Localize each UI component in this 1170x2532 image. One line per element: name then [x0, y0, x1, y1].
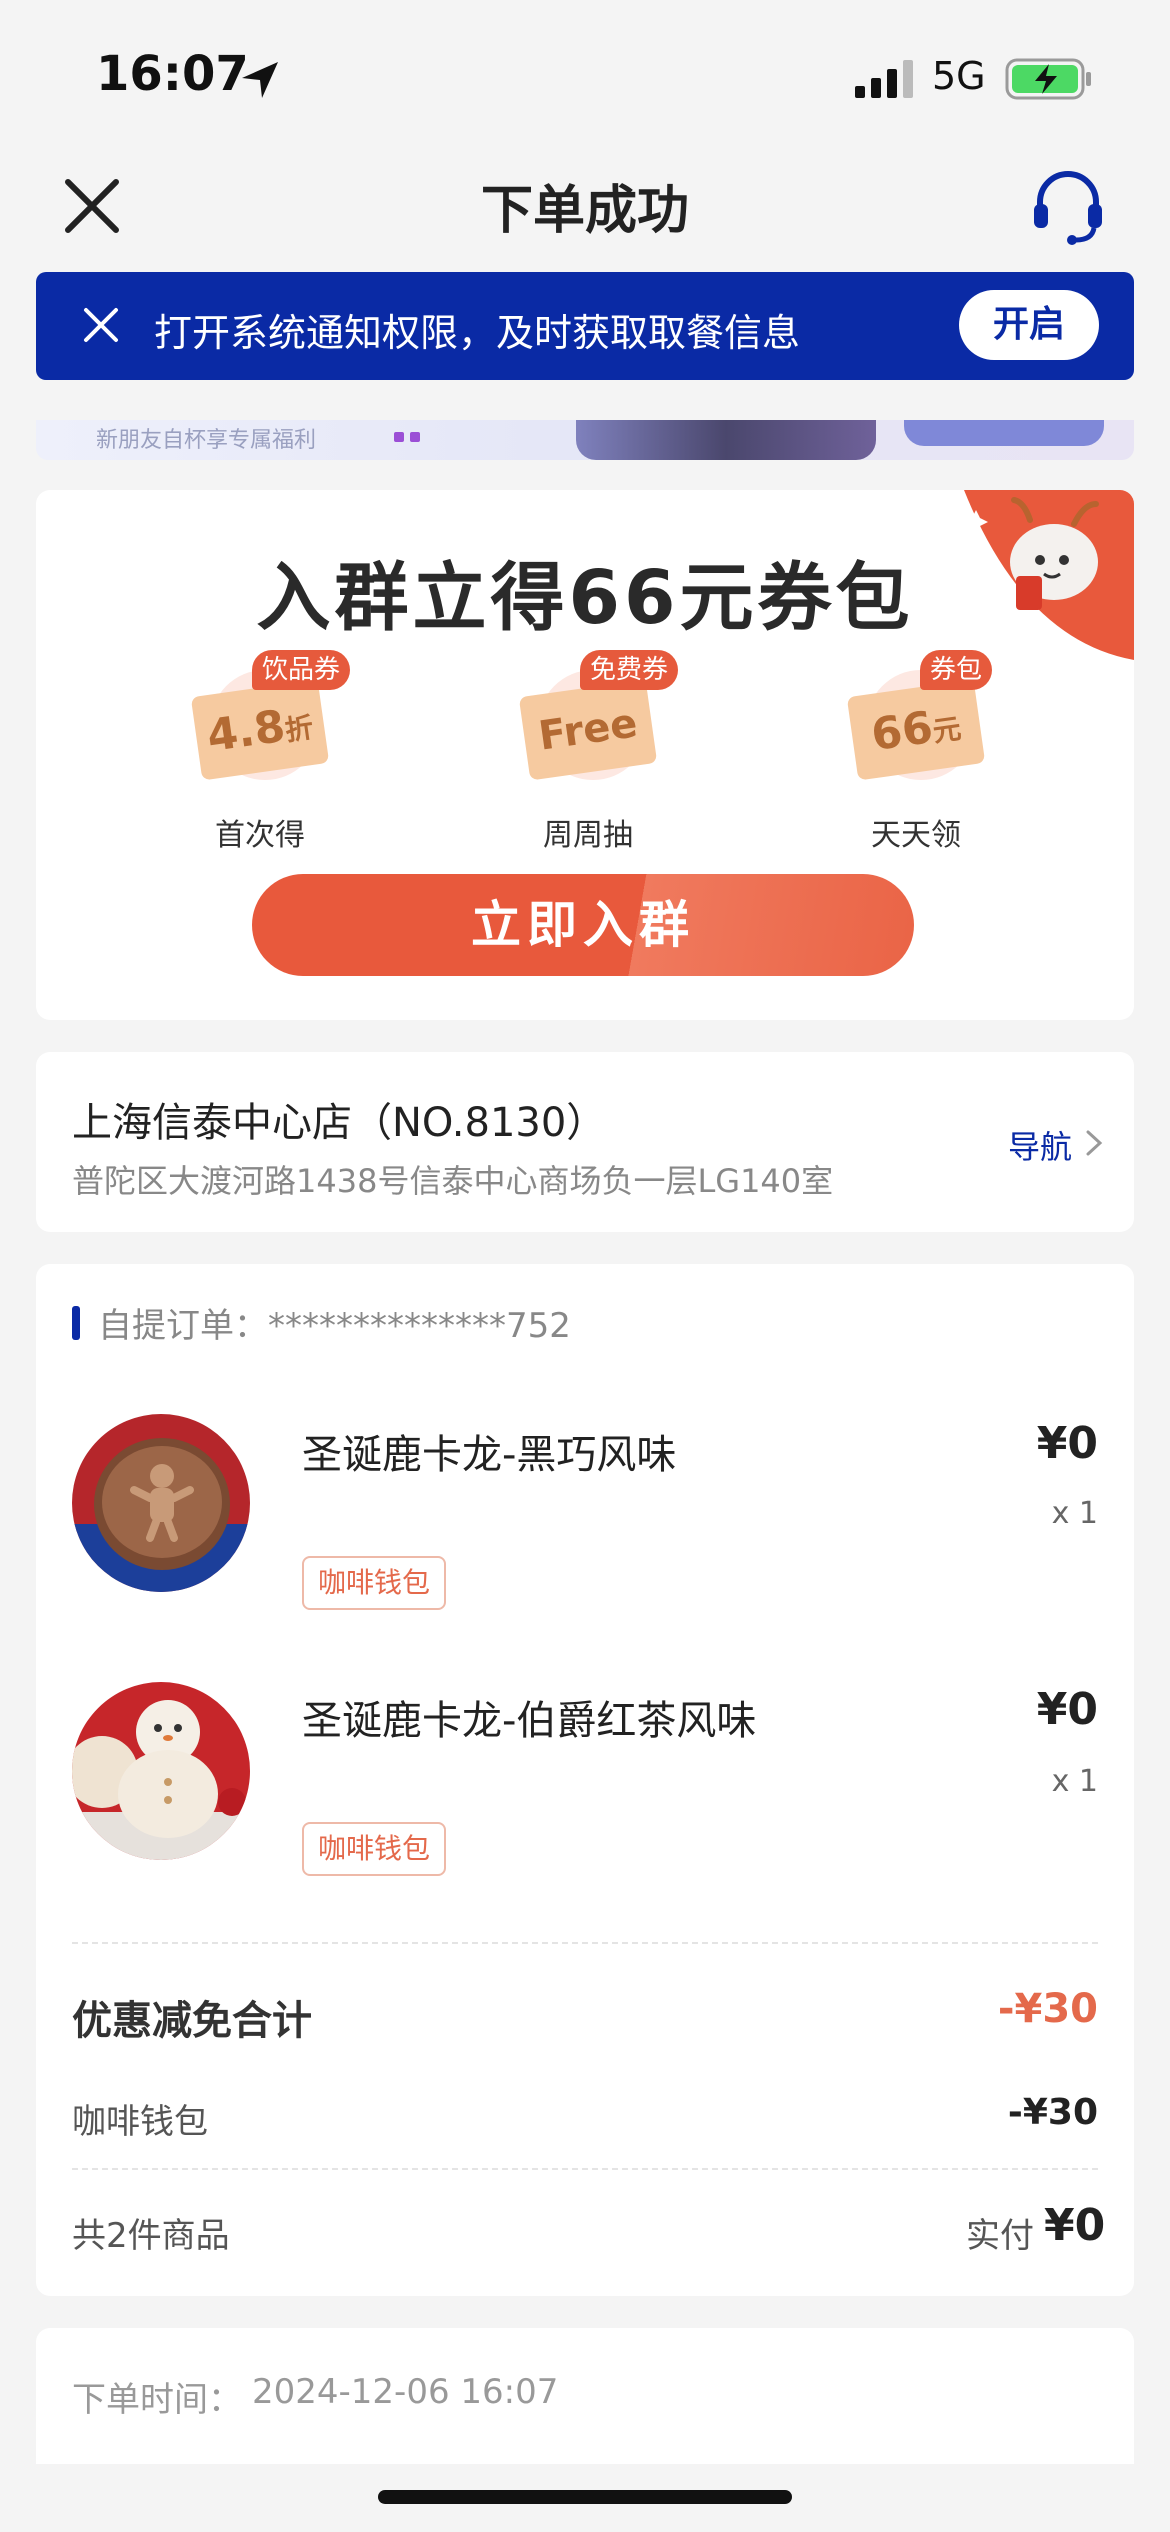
coupon-label: 周周抽 — [543, 818, 633, 853]
product-price: ¥0 — [1036, 1418, 1098, 1469]
coupon-pack: 66元 券包 天天领 — [816, 650, 1016, 853]
promo-banner-illustration — [576, 420, 876, 460]
store-address: 普陀区大渡河路1438号信泰中心商场负一层LG140室 — [72, 1162, 834, 1200]
divider — [72, 1942, 1098, 1944]
battery-icon — [1005, 58, 1091, 100]
join-group-button[interactable]: 立即入群 — [252, 874, 914, 976]
signal-icon — [855, 60, 913, 98]
product-image-dark-chocolate — [72, 1414, 250, 1592]
home-indicator[interactable] — [378, 2490, 792, 2504]
coupon-free: Free 免费券 周周抽 — [488, 650, 688, 853]
product-quantity: x 1 — [1051, 1496, 1098, 1531]
wallet-label: 咖啡钱包 — [72, 2102, 208, 2142]
discount-title: 优惠减免合计 — [72, 1998, 312, 2044]
divider — [72, 2168, 1098, 2170]
close-notice-icon[interactable] — [80, 304, 122, 346]
paid-value: ¥0 — [1044, 2200, 1106, 2251]
paid-label: 实付 — [966, 2216, 1034, 2256]
product-name: 圣诞鹿卡龙-伯爵红茶风味 — [302, 1698, 757, 1744]
notice-text: 打开系统通知权限，及时获取取餐信息 — [154, 311, 801, 355]
coupon-badge: 券包 — [920, 650, 993, 690]
product-tag: 咖啡钱包 — [302, 1822, 447, 1876]
store-card: 上海信泰中心店（NO.8130） 普陀区大渡河路1438号信泰中心商场负一层LG… — [36, 1052, 1134, 1232]
coupon-ticket-sub: 折 — [283, 710, 316, 748]
page-title: 下单成功 — [480, 181, 689, 241]
order-time-card: 下单时间： 2024-12-06 16:07 — [36, 2328, 1134, 2464]
enable-notification-button[interactable]: 开启 — [959, 290, 1099, 360]
store-name: 上海信泰中心店（NO.8130） — [72, 1100, 607, 1146]
pagination-dots-icon — [394, 432, 420, 442]
order-id-label: 自提订单： — [98, 1306, 268, 1346]
order-time-label: 下单时间： — [72, 2380, 242, 2420]
customer-service-icon[interactable] — [1030, 166, 1106, 246]
coupon-ticket: 4.8折 — [190, 679, 330, 781]
promo-banner-text: 新朋友自杯享专属福利 — [96, 428, 317, 453]
coupon-ticket: Free — [518, 679, 658, 781]
product-tag: 咖啡钱包 — [302, 1556, 447, 1610]
coupon-label: 天天领 — [871, 818, 961, 853]
group-title: 入群立得66元券包 — [256, 555, 914, 641]
location-arrow-icon — [242, 62, 278, 98]
order-id-value: **************752 — [268, 1306, 571, 1346]
group-coupon-card: 入群立得66元券包 4.8折 饮品券 首次得 Free 免费券 周周抽 66元 … — [36, 490, 1134, 1020]
coupon-badge: 免费券 — [580, 650, 679, 690]
coupon-label: 首次得 — [215, 818, 305, 853]
coupon-badge: 饮品券 — [252, 650, 351, 690]
coupon-ticket-sub: 元 — [930, 711, 964, 749]
discount-total: -¥30 — [997, 1986, 1098, 2032]
promo-banner-button[interactable] — [904, 420, 1104, 446]
product-quantity: x 1 — [1051, 1764, 1098, 1799]
notification-banner: 打开系统通知权限，及时获取取餐信息 开启 — [36, 272, 1134, 380]
coupon-ticket-main: 4.8 — [203, 700, 289, 763]
promo-banner[interactable]: 新朋友自杯享专属福利 — [36, 420, 1134, 460]
coupon-ticket: 66元 — [846, 679, 986, 781]
status-time: 16:07 — [96, 46, 249, 102]
wallet-value: -¥30 — [1007, 2092, 1098, 2133]
coupon-drink: 4.8折 饮品券 首次得 — [160, 650, 360, 853]
order-time-value: 2024-12-06 16:07 — [252, 2372, 559, 2412]
navigation-link[interactable]: 导航 — [1008, 1122, 1072, 1168]
coupon-ticket-main: Free — [535, 700, 641, 760]
item-count: 共2件商品 — [72, 2216, 230, 2256]
network-type: 5G — [932, 54, 986, 98]
chevron-right-icon[interactable] — [1084, 1128, 1104, 1158]
order-id: 自提订单：**************752 — [98, 1298, 571, 1347]
order-card: 自提订单：**************752 圣诞鹿卡龙-黑巧风味 咖啡钱包 ¥… — [36, 1264, 1134, 2296]
product-name: 圣诞鹿卡龙-黑巧风味 — [302, 1432, 677, 1478]
coupon-ticket-main: 66 — [868, 701, 936, 761]
product-price: ¥0 — [1036, 1684, 1098, 1735]
section-marker — [72, 1306, 80, 1340]
product-image-earl-grey — [72, 1682, 250, 1860]
